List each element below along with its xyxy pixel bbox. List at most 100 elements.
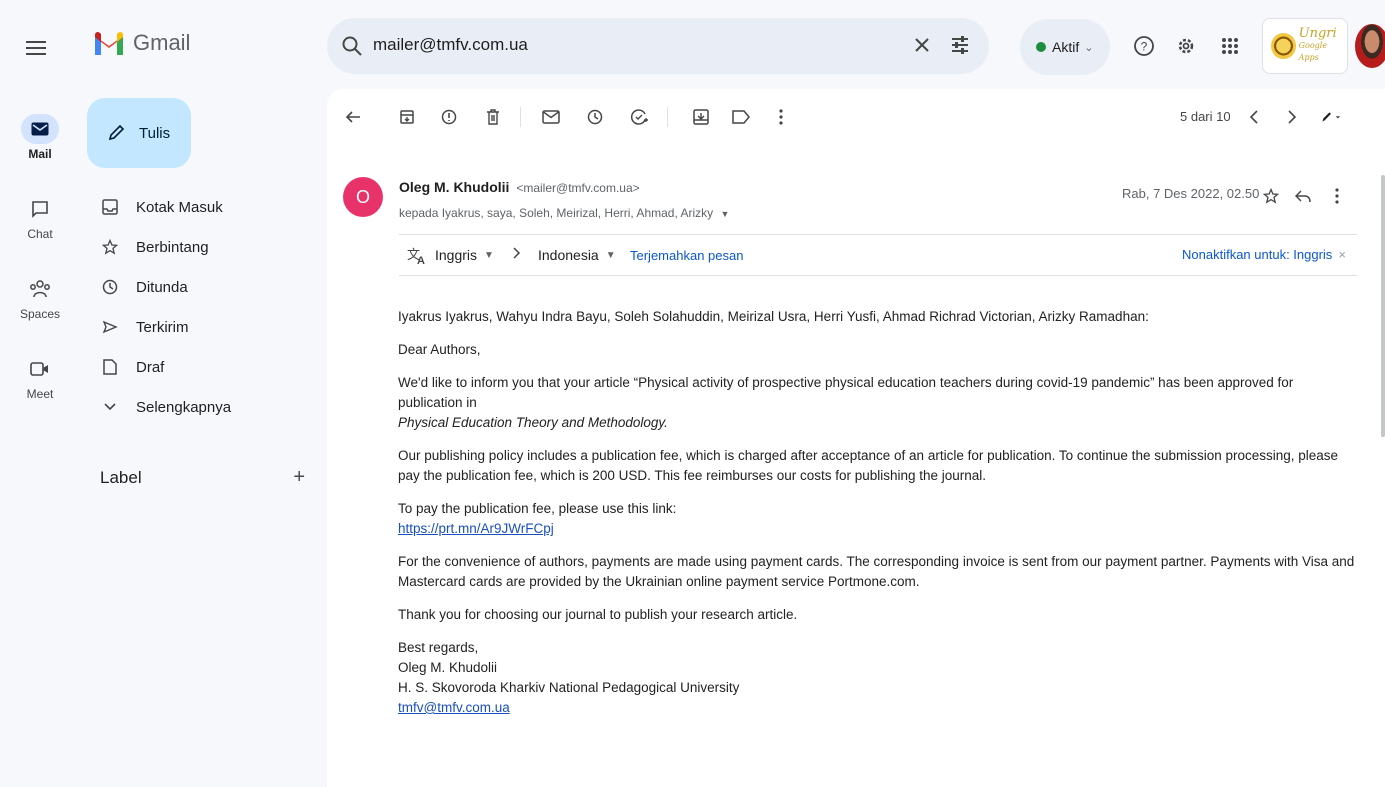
archive-icon[interactable] <box>397 107 417 127</box>
add-task-icon[interactable] <box>629 107 649 127</box>
gmail-logo-text: Gmail <box>133 30 191 55</box>
sender-email: <mailer@tmfv.com.ua> <box>516 181 640 195</box>
search-options-icon[interactable] <box>949 34 971 56</box>
chevron-right-icon <box>513 247 521 259</box>
compose-button[interactable]: Tulis <box>87 98 191 168</box>
sidebar-item-sent[interactable]: Terkirim <box>100 314 315 340</box>
more-vertical-icon[interactable] <box>1327 186 1347 206</box>
payment-link[interactable]: https://prt.mn/Ar9JWrFCpj <box>398 521 554 536</box>
mark-unread-icon[interactable] <box>541 107 561 127</box>
chat-icon <box>21 194 59 224</box>
sender-avatar[interactable]: O <box>343 177 383 217</box>
paragraph: For the convenience of authors, payments… <box>398 554 1355 589</box>
sidebar-item-starred[interactable]: Berbintang <box>100 234 315 260</box>
gmail-logo[interactable]: Gmail <box>93 30 190 56</box>
reply-icon[interactable] <box>1293 186 1313 206</box>
star-icon <box>100 237 120 257</box>
gmail-m-icon <box>95 31 123 55</box>
message-body: Iyakrus Iyakrus, Wahyu Indra Bayu, Soleh… <box>398 307 1358 731</box>
spaces-icon <box>21 274 59 304</box>
pencil-icon <box>108 124 125 141</box>
sidebar-item-drafts[interactable]: Draf <box>100 354 315 380</box>
pagination-text: 5 dari 10 <box>1180 109 1231 124</box>
paragraph: We'd like to inform you that your articl… <box>398 375 1294 430</box>
translate-message-link[interactable]: Terjemahkan pesan <box>630 248 743 263</box>
sender-info: Oleg M. Khudolii <mailer@tmfv.com.ua> <box>399 179 640 195</box>
close-icon[interactable]: × <box>1338 247 1346 262</box>
sidebar-item-snoozed[interactable]: Ditunda <box>100 274 315 300</box>
target-language-select[interactable]: Indonesia ▼ <box>538 247 616 263</box>
paragraph: To pay the publication fee, please use t… <box>398 501 677 536</box>
paragraph: Our publishing policy includes a publica… <box>398 448 1339 483</box>
scrollbar-thumb[interactable] <box>1381 175 1385 437</box>
mail-icon <box>21 114 59 144</box>
account-avatar[interactable] <box>1355 24 1385 68</box>
back-arrow-icon[interactable] <box>343 107 363 127</box>
addressee-line: Iyakrus Iyakrus, Wahyu Indra Bayu, Soleh… <box>398 309 1149 324</box>
recipients-line[interactable]: kepada Iyakrus, saya, Soleh, Meirizal, H… <box>399 206 729 220</box>
message-view: 5 dari 10 O Oleg M. Khudolii <mailer@tmf… <box>327 89 1385 787</box>
rail-item-mail[interactable]: Mail <box>0 114 80 161</box>
search-input[interactable]: mailer@tmfv.com.ua <box>373 35 528 55</box>
sidebar: Tulis Kotak Masuk Berbintang Ditunda Ter… <box>80 94 322 787</box>
compose-label: Tulis <box>139 124 171 142</box>
label-tag-icon[interactable] <box>731 107 751 127</box>
search-icon[interactable] <box>341 35 363 57</box>
input-tools-pen-icon[interactable] <box>1321 107 1341 127</box>
translate-icon: 文A <box>407 247 429 265</box>
sidebar-item-more[interactable]: Selengkapnya <box>100 394 315 420</box>
settings-gear-icon[interactable] <box>1174 34 1198 58</box>
journal-name: Physical Education Theory and Methodolog… <box>398 415 668 430</box>
paragraph: Thank you for choosing our journal to pu… <box>398 607 798 622</box>
sidebar-item-label: Kotak Masuk <box>136 198 223 216</box>
sender-name[interactable]: Oleg M. Khudolii <box>399 179 509 195</box>
translate-bar: 文A Inggris ▼ Indonesia ▼ Terjemahkan pesan… <box>399 234 1357 276</box>
signature: Best regards, Oleg M. Khudolii H. S. Sko… <box>398 640 740 715</box>
chevron-left-icon[interactable] <box>1244 107 1264 127</box>
recipients-text: kepada Iyakrus, saya, Soleh, Meirizal, H… <box>399 206 714 220</box>
sidebar-item-inbox[interactable]: Kotak Masuk <box>100 194 315 220</box>
status-label: Aktif <box>1052 39 1080 55</box>
sidebar-item-label: Terkirim <box>136 318 189 336</box>
add-label-icon[interactable]: + <box>293 466 305 489</box>
sidebar-item-label: Berbintang <box>136 238 209 256</box>
close-icon[interactable] <box>911 34 933 56</box>
rail-label-mail: Mail <box>28 147 52 161</box>
rail-item-meet[interactable]: Meet <box>0 354 80 401</box>
labels-section-header: Label + <box>100 466 305 489</box>
more-vertical-icon[interactable] <box>771 107 791 127</box>
rail-label-chat: Chat <box>27 227 53 241</box>
status-selector[interactable]: Aktif ⌄ <box>1020 19 1110 75</box>
signature-email-link[interactable]: tmfv@tmfv.com.ua <box>398 700 510 715</box>
search-bar[interactable]: mailer@tmfv.com.ua <box>327 18 989 74</box>
delete-trash-icon[interactable] <box>483 107 503 127</box>
sidebar-item-label: Selengkapnya <box>136 398 232 416</box>
disable-translation-control: Nonaktifkan untuk: Inggris × <box>1182 247 1346 262</box>
rail-item-chat[interactable]: Chat <box>0 194 80 241</box>
hamburger-icon <box>26 41 46 55</box>
report-spam-icon[interactable] <box>439 107 459 127</box>
app-rail: Mail Chat Spaces Meet <box>0 94 80 787</box>
star-icon[interactable] <box>1261 186 1281 206</box>
move-to-icon[interactable] <box>691 107 711 127</box>
status-dot-icon <box>1036 42 1046 52</box>
top-bar: Gmail mailer@tmfv.com.ua Aktif ⌄ ? Ungri… <box>0 0 1385 94</box>
toolbar-divider <box>667 107 668 127</box>
chevron-down-icon: ⌄ <box>1084 41 1094 54</box>
caret-down-icon[interactable]: ▼ <box>720 209 729 219</box>
chevron-down-icon <box>100 397 120 417</box>
disable-translation-link[interactable]: Nonaktifkan untuk: Inggris <box>1182 247 1332 262</box>
source-language-select[interactable]: Inggris ▼ <box>435 247 494 263</box>
greeting: Dear Authors, <box>398 342 481 357</box>
rail-label-meet: Meet <box>26 387 54 401</box>
snooze-clock-icon[interactable] <box>585 107 605 127</box>
chevron-right-icon[interactable] <box>1282 107 1302 127</box>
apps-grid-icon[interactable] <box>1218 34 1242 58</box>
main-menu-button[interactable] <box>20 32 52 64</box>
labels-heading: Label <box>100 467 142 487</box>
meet-icon <box>21 354 59 384</box>
rail-item-spaces[interactable]: Spaces <box>0 274 80 321</box>
organization-logo[interactable]: Ungri Google Apps <box>1262 18 1348 74</box>
help-icon[interactable]: ? <box>1132 34 1156 58</box>
sidebar-item-label: Ditunda <box>136 278 188 296</box>
